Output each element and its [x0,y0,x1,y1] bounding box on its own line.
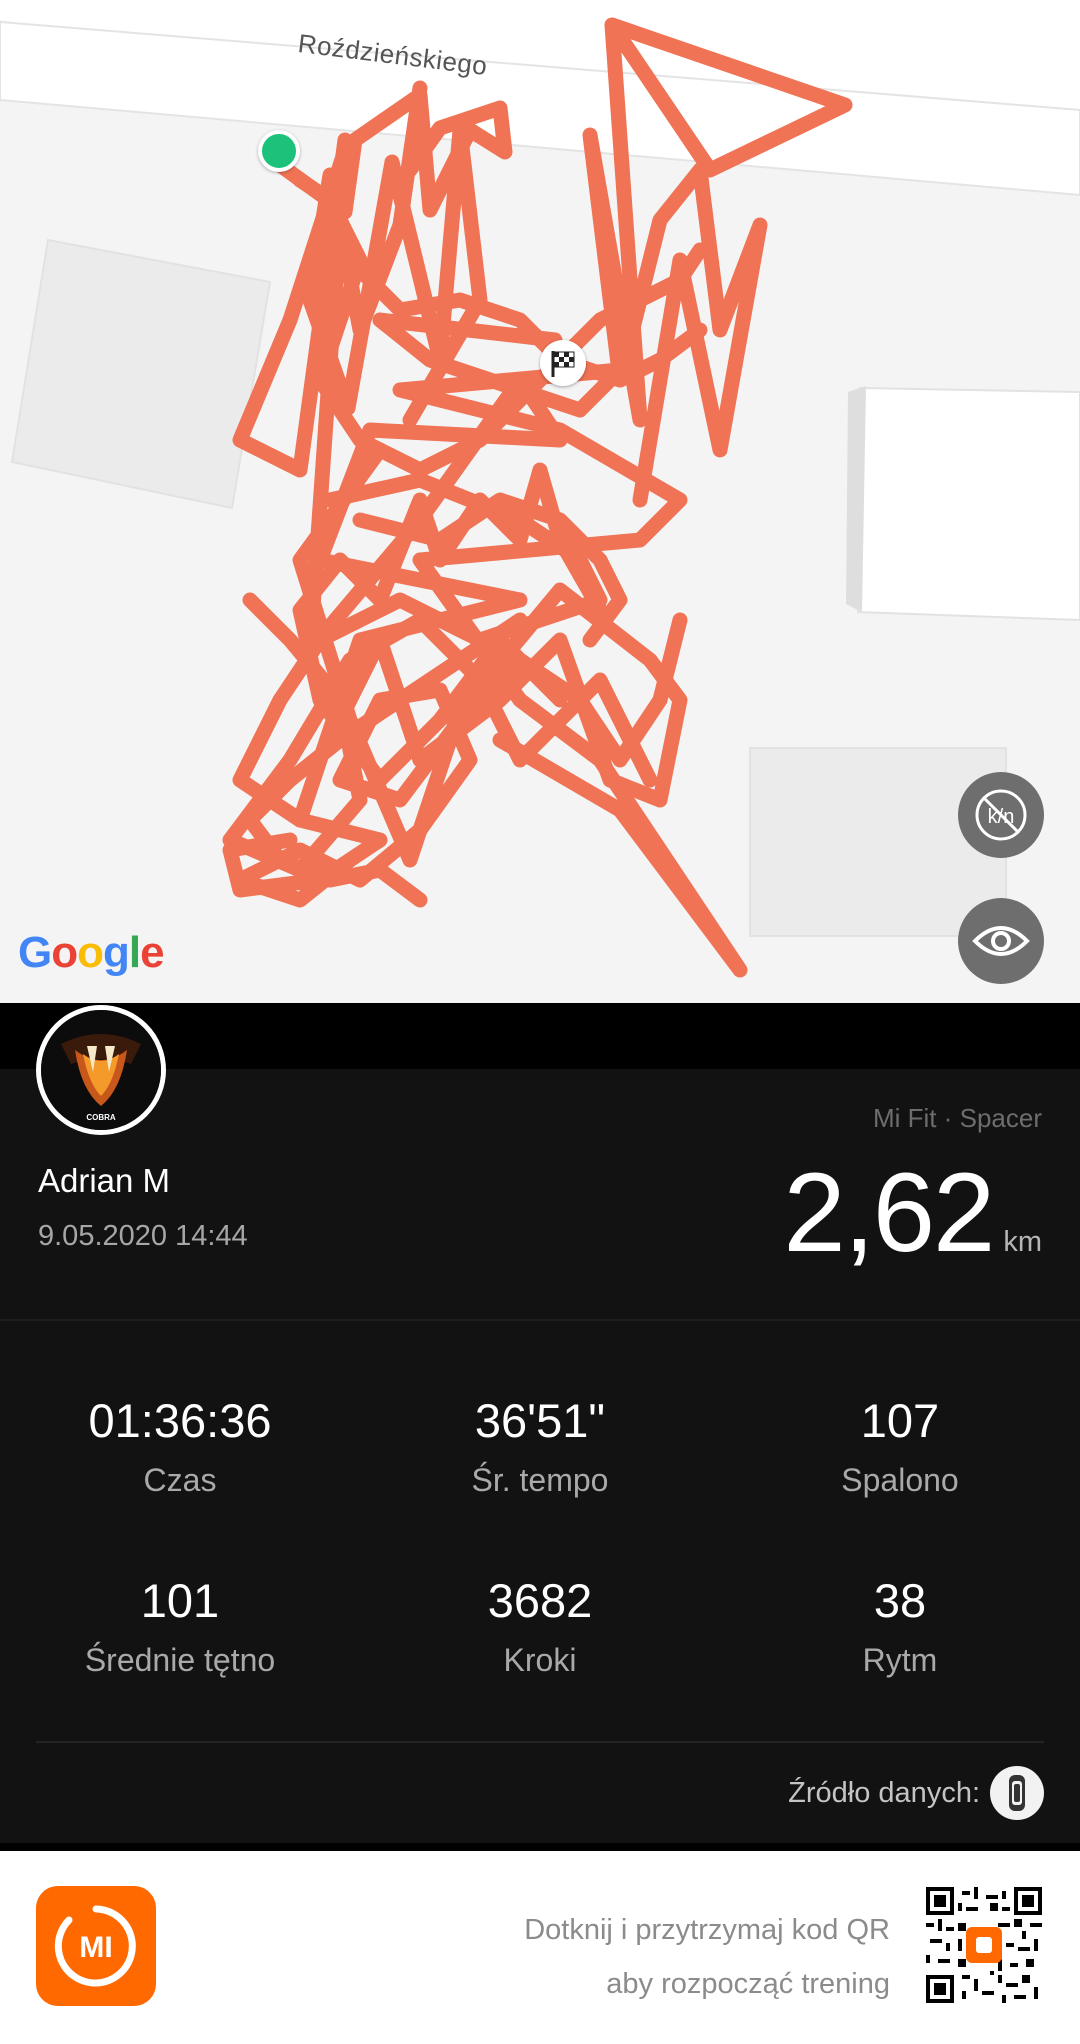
qr-code-icon[interactable] [926,1887,1042,2003]
stat-value: 01:36:36 [88,1394,272,1447]
building-shape [856,386,1080,622]
stat-label: Rytm [862,1642,938,1678]
stat-label: Śr. tempo [471,1462,609,1498]
stats-panel: 01:36:36 Czas 36'51" Śr. tempo 107 Spalo… [0,1321,1080,1843]
stat-value: 101 [140,1574,220,1627]
stat-calories: 107 Spalono [720,1397,1080,1496]
mi-band-icon [990,1766,1044,1820]
distance-value: 2,62 [783,1150,995,1275]
data-source-label: Źródło danych: [788,1776,980,1809]
stat-value: 107 [860,1394,940,1447]
stat-value: 36'51" [474,1394,606,1447]
workout-date: 9.05.2020 14:44 [38,1220,248,1252]
svg-text:MI: MI [79,1931,112,1964]
building-shape [10,238,272,510]
svg-text:COBRA: COBRA [86,1113,116,1122]
user-name: Adrian M [38,1162,171,1199]
google-logo: Google [18,928,165,977]
distance-unit: km [1003,1226,1042,1258]
stat-steps: 3682 Kroki [360,1577,720,1676]
map-base [0,0,1080,978]
stat-heart-rate: 101 Średnie tętno [0,1577,360,1676]
qr-line-2: aby rozpocząć trening [606,1968,890,2000]
stat-label: Spalono [841,1462,959,1498]
stat-cadence: 38 Rytm [720,1577,1080,1676]
stat-duration: 01:36:36 Czas [0,1397,360,1496]
stat-label: Kroki [503,1642,577,1678]
footer: MI Dotknij i przytrzymaj kod QR aby rozp… [0,1851,1080,2044]
stat-label: Średnie tętno [84,1642,276,1678]
route-map[interactable]: Roździeńskiego k/n Google [0,0,1080,1003]
stat-value: 38 [873,1574,927,1627]
stat-label: Czas [143,1462,217,1498]
stat-value: 3682 [487,1574,593,1627]
qr-line-1: Dotknij i przytrzymaj kod QR [524,1914,890,1946]
eye-icon[interactable] [958,898,1044,984]
distance: 2,62 km [783,1148,1042,1277]
separator-band [0,1843,1080,1851]
qr-instructions: Dotknij i przytrzymaj kod QR aby rozpocz… [524,1903,890,2011]
data-source[interactable]: Źródło danych: [788,1766,1044,1820]
source-app: Mi Fit · Spacer [872,1103,1042,1133]
divider [36,1741,1044,1743]
stat-pace: 36'51" Śr. tempo [360,1397,720,1496]
checkered-flag-icon [540,340,586,386]
start-dot-icon [258,130,300,172]
mi-fit-logo: MI [36,1886,156,2006]
avatar[interactable]: COBRA [36,1005,166,1135]
km-off-icon[interactable]: k/n [958,772,1044,858]
